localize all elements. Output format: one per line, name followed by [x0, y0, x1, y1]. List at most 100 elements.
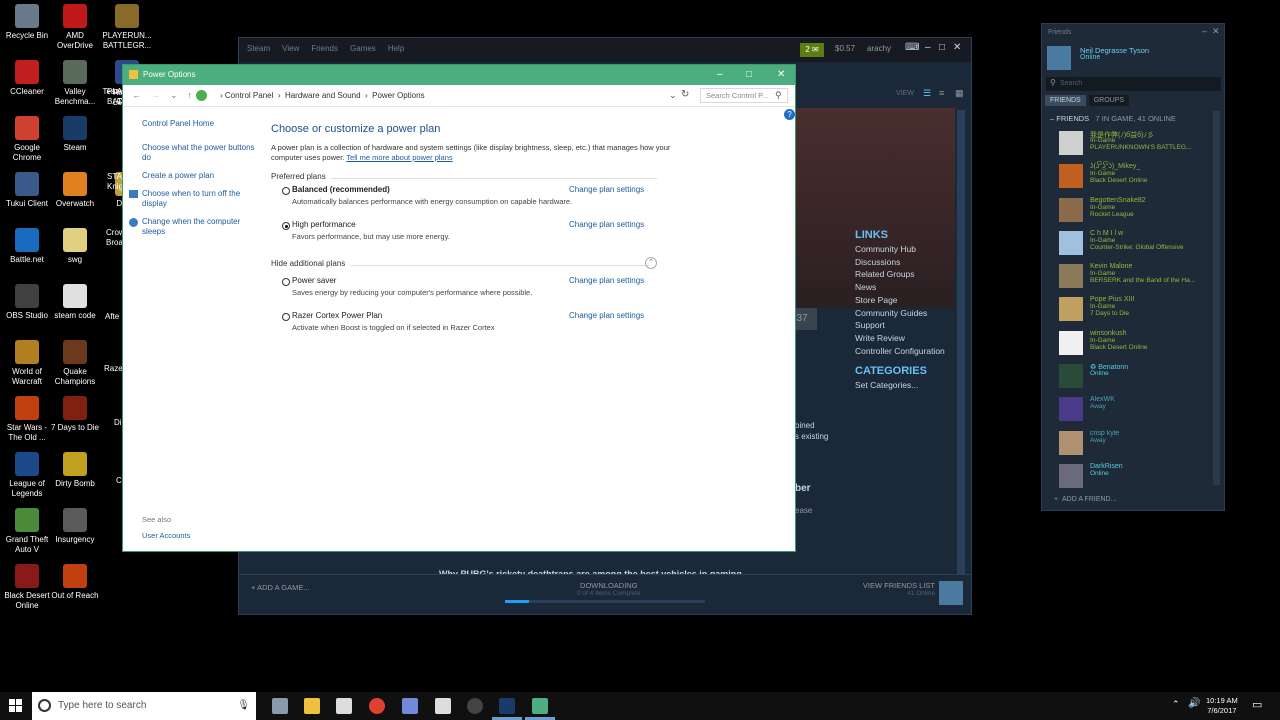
- notification-badge[interactable]: 2 ✉: [800, 43, 824, 57]
- desktop-icon[interactable]: steam code: [48, 284, 102, 321]
- view-grid-icon[interactable]: ▦: [955, 88, 964, 99]
- desktop-icon[interactable]: swg: [48, 228, 102, 265]
- user-accounts-link[interactable]: User Accounts: [142, 531, 190, 540]
- desktop-icon[interactable]: OBS Studio: [0, 284, 54, 321]
- view-friends-list-button[interactable]: VIEW FRIENDS LIST 41 Online: [863, 581, 935, 597]
- sidebar-create-plan[interactable]: Create a power plan: [142, 171, 262, 181]
- tab-groups[interactable]: GROUPS: [1088, 95, 1130, 106]
- change-plan-settings-link[interactable]: Change plan settings: [569, 311, 644, 320]
- volume-icon[interactable]: 🔊: [1188, 698, 1200, 709]
- desktop-icon[interactable]: Valley Benchma...: [48, 60, 102, 107]
- downloads-status[interactable]: DOWNLOADING 0 of 4 Items Complete: [577, 581, 641, 597]
- desktop-icon[interactable]: Recycle Bin: [0, 4, 54, 41]
- desktop-icon[interactable]: World of Warcraft: [0, 340, 54, 387]
- controller-icon[interactable]: ⌨: [905, 42, 919, 53]
- steam-link[interactable]: Community Guides: [855, 307, 945, 320]
- friend-row[interactable]: Pope Pius XIII In-Game 7 Days to Die: [1059, 294, 1219, 327]
- steam-link[interactable]: Write Review: [855, 332, 945, 345]
- desktop-icon[interactable]: Google Chrome: [0, 116, 54, 163]
- steam-link[interactable]: News: [855, 281, 945, 294]
- add-friend-button[interactable]: + ADD A FRIEND...: [1054, 496, 1116, 503]
- help-icon[interactable]: ?: [784, 109, 795, 120]
- menu-games[interactable]: Games: [350, 44, 376, 53]
- set-categories-link[interactable]: Set Categories...: [855, 380, 918, 390]
- desktop-icon[interactable]: CCleaner: [0, 60, 54, 97]
- plan-name[interactable]: Razer Cortex Power Plan: [292, 311, 382, 320]
- steam-link[interactable]: Controller Configuration: [855, 345, 945, 358]
- steam-link[interactable]: Community Hub: [855, 243, 945, 256]
- change-plan-settings-link[interactable]: Change plan settings: [569, 276, 644, 285]
- desktop-icon[interactable]: Tukui Client: [0, 172, 54, 209]
- minimize-icon[interactable]: –: [925, 42, 931, 53]
- friends-scrollbar[interactable]: [1213, 111, 1220, 485]
- plan-radio[interactable]: [282, 187, 290, 195]
- view-detail-icon[interactable]: ≡: [939, 88, 944, 98]
- steam-scrollbar[interactable]: [957, 110, 965, 576]
- discord-icon[interactable]: [402, 698, 418, 714]
- windows-start-icon[interactable]: [9, 699, 23, 713]
- desktop-icon[interactable]: Black Desert Online: [0, 564, 54, 611]
- sidebar-home[interactable]: Control Panel Home: [142, 119, 262, 129]
- view-list-icon[interactable]: ☰: [923, 88, 931, 99]
- friend-row[interactable]: C h M I l w In-Game Counter-Strike: Global…: [1059, 228, 1219, 261]
- close-icon[interactable]: ✕: [1212, 26, 1220, 37]
- desktop-icon[interactable]: Overwatch: [48, 172, 102, 209]
- plan-name[interactable]: High performance: [292, 220, 356, 229]
- friend-row[interactable]: winsonkush In-Game Black Desert Online: [1059, 328, 1219, 361]
- desktop-icon[interactable]: Quake Champions: [48, 340, 102, 387]
- refresh-icon[interactable]: ↻: [681, 89, 689, 100]
- plan-name[interactable]: Balanced (recommended): [292, 185, 390, 194]
- steam-taskbar-icon[interactable]: [499, 698, 515, 714]
- friend-row[interactable]: Kevin Malone In-Game BERSERK and the Band …: [1059, 261, 1219, 294]
- maximize-icon[interactable]: □: [746, 65, 752, 85]
- desktop-icon[interactable]: Dirty Bomb: [48, 452, 102, 489]
- desktop-icon[interactable]: 7 Days to Die: [48, 396, 102, 433]
- taskbar-search-input[interactable]: Type here to search 🎙: [32, 692, 256, 720]
- add-game-button[interactable]: + ADD A GAME...: [251, 583, 310, 592]
- plan-radio[interactable]: [282, 222, 290, 230]
- steam-link[interactable]: Discussions: [855, 256, 945, 269]
- mail-icon[interactable]: [435, 698, 451, 714]
- tab-friends[interactable]: FRIENDS: [1045, 95, 1086, 106]
- chevron-up-icon[interactable]: ⌃: [1172, 699, 1180, 710]
- plan-radio[interactable]: [282, 278, 290, 286]
- friends-search-input[interactable]: Search: [1046, 77, 1221, 91]
- wallet-balance[interactable]: $0.57: [835, 44, 855, 53]
- menu-view[interactable]: View: [282, 44, 299, 53]
- avatar[interactable]: [939, 581, 963, 605]
- store-icon[interactable]: [336, 698, 352, 714]
- breadcrumb-hardware-sound[interactable]: Hardware and Sound: [285, 91, 361, 100]
- steam-link[interactable]: Related Groups: [855, 268, 945, 281]
- back-arrow-icon[interactable]: ←: [132, 90, 141, 101]
- recent-dropdown-icon[interactable]: ⌄: [170, 90, 178, 101]
- friends-group-header[interactable]: – FRIENDS 7 IN GAME, 41 ONLINE: [1050, 114, 1176, 123]
- obs-icon[interactable]: [467, 698, 483, 714]
- notifications-icon[interactable]: ▭: [1252, 698, 1262, 711]
- desktop-icon-partial[interactable]: Raze: [104, 364, 124, 374]
- close-icon[interactable]: ✕: [777, 65, 785, 85]
- desktop-icon[interactable]: Insurgency: [48, 508, 102, 545]
- breadcrumb-control-panel[interactable]: Control Panel: [225, 91, 273, 100]
- address-dropdown-icon[interactable]: ⌄: [669, 90, 677, 101]
- desktop-icon[interactable]: Steam: [48, 116, 102, 153]
- steam-link[interactable]: Support: [855, 319, 945, 332]
- friend-row[interactable]: ʖ(ʖ͡°͜ʖ͡°ʖ)_Mikey_ In-Game Black Desert On…: [1059, 161, 1219, 194]
- desktop-icon[interactable]: AMD OverDrive: [48, 4, 102, 51]
- minimize-icon[interactable]: –: [717, 65, 723, 85]
- menu-steam[interactable]: Steam: [247, 44, 270, 53]
- task-view-icon[interactable]: [272, 698, 288, 714]
- friend-row[interactable]: 我是作弊(ﾉ)б益б)ﾉ彡 In-Game PLAYERUNKNOWN'S BATT…: [1059, 128, 1219, 161]
- menu-friends[interactable]: Friends: [311, 44, 338, 53]
- learn-more-link[interactable]: Tell me more about power plans: [346, 153, 452, 162]
- sidebar-sleep[interactable]: Change when the computer sleeps: [129, 217, 262, 237]
- desktop-icon[interactable]: Grand Theft Auto V: [0, 508, 54, 555]
- microphone-icon[interactable]: 🎙: [237, 692, 250, 720]
- taskbar-clock[interactable]: 10:19 AM 7/6/2017: [1206, 696, 1238, 716]
- steam-link[interactable]: Store Page: [855, 294, 945, 307]
- sidebar-power-buttons[interactable]: Choose what the power buttons do: [142, 143, 262, 163]
- control-panel-taskbar-icon[interactable]: [532, 698, 548, 714]
- forward-arrow-icon[interactable]: →: [151, 90, 160, 101]
- friend-row[interactable]: crisp kyle Away: [1059, 428, 1219, 461]
- chrome-icon[interactable]: [369, 698, 385, 714]
- close-icon[interactable]: ✕: [953, 42, 961, 53]
